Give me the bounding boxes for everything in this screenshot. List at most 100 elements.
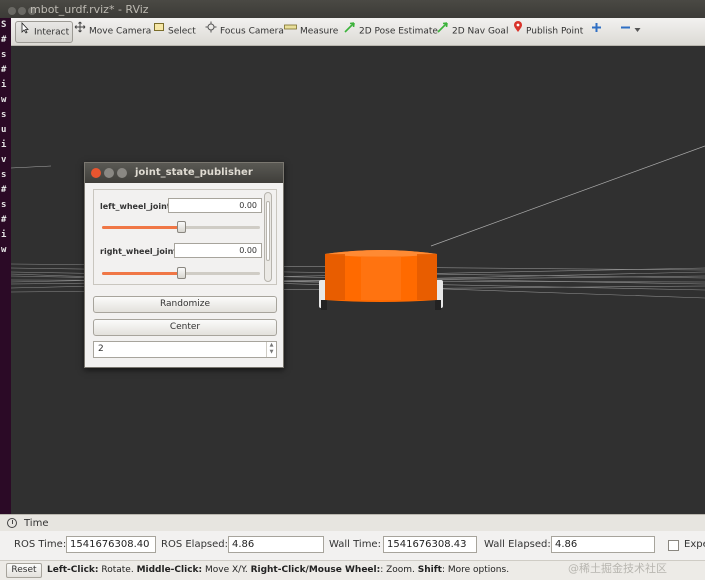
hint-shift-action: : More options. <box>441 565 510 575</box>
joint-state-publisher-window[interactable]: joint_state_publisher left_wheel_joint 0… <box>84 162 284 368</box>
remove-tool-dropdown[interactable] <box>617 21 647 43</box>
select-rectangle-icon <box>153 21 165 41</box>
terminal-char: # <box>1 185 7 195</box>
nav-goal-tool-button[interactable]: 2D Nav Goal <box>434 21 511 43</box>
add-tool-button[interactable] <box>588 21 608 43</box>
cursor-icon <box>19 21 31 42</box>
terminal-char: u <box>1 125 7 135</box>
left-wheel-joint-label: left_wheel_joint <box>100 202 171 211</box>
select-tool-button[interactable]: Select <box>150 21 199 43</box>
experimental-label: Expe <box>684 539 705 550</box>
ros-time-field[interactable]: 1541676308.40 <box>66 536 156 553</box>
slider-fill <box>102 226 181 229</box>
map-pin-icon <box>513 21 523 41</box>
hint-left-click: Left-Click: <box>47 565 99 575</box>
measure-label: Measure <box>300 26 339 37</box>
hint-middle-action: Move X/Y. <box>202 565 251 575</box>
far-line <box>430 145 705 247</box>
rviz-toolbar: Interact Move Camera Select Focus Camera… <box>11 18 705 46</box>
hint-shift: Shift <box>417 565 442 575</box>
robot-model <box>319 250 443 310</box>
slider-fill <box>102 272 181 275</box>
joints-scroll-panel: left_wheel_joint 0.00 right_wheel_joint … <box>93 189 277 285</box>
pose-estimate-tool-button[interactable]: 2D Pose Estimate <box>341 21 441 43</box>
ruler-icon <box>284 21 297 41</box>
close-icon[interactable] <box>91 168 101 178</box>
right-wheel-shadow <box>435 300 441 310</box>
terminal-char: i <box>1 230 7 240</box>
publish-point-tool-button[interactable]: Publish Point <box>510 21 586 43</box>
focus-camera-label: Focus Camera <box>220 26 284 37</box>
focus-crosshair-icon <box>205 21 217 41</box>
move-camera-label: Move Camera <box>89 26 152 37</box>
jsp-title: joint_state_publisher <box>135 167 253 178</box>
right-wheel-joint-value-field[interactable]: 0.00 <box>174 243 262 258</box>
green-arrow-icon <box>344 21 356 41</box>
clock-icon <box>7 518 17 528</box>
terminal-char: # <box>1 215 7 225</box>
time-panel-title: Time <box>24 518 49 529</box>
terminal-char: v <box>1 155 7 165</box>
background-terminal-strip: S # s # i w s u i v s # s # i w <box>0 18 11 514</box>
chevron-down-icon <box>634 21 641 41</box>
scrollbar-thumb[interactable] <box>266 201 270 261</box>
time-values-row: ROS Time: 1541676308.40 ROS Elapsed: 4.8… <box>0 531 705 560</box>
watermark: @稀土掘金技术社区 <box>568 562 667 575</box>
vertical-scrollbar[interactable] <box>264 192 272 282</box>
hint-right-action: : Zoom. <box>380 565 418 575</box>
publish-point-label: Publish Point <box>526 26 584 37</box>
randomize-button[interactable]: Randomize <box>93 296 277 313</box>
left-wheel-shadow <box>321 300 327 310</box>
select-label: Select <box>168 26 196 37</box>
terminal-char: w <box>1 95 7 105</box>
ros-elapsed-label: ROS Elapsed: <box>161 539 228 550</box>
move-arrows-icon <box>74 21 86 41</box>
green-arrow-icon <box>437 21 449 41</box>
terminal-char: i <box>1 140 7 150</box>
move-camera-tool-button[interactable]: Move Camera <box>71 21 154 43</box>
pose-estimate-label: 2D Pose Estimate <box>359 26 438 37</box>
ros-time-label: ROS Time: <box>14 539 67 550</box>
interact-label: Interact <box>34 27 70 38</box>
far-line-left <box>11 165 52 169</box>
wall-time-label: Wall Time: <box>329 539 381 550</box>
right-wheel-joint-slider[interactable] <box>102 267 260 279</box>
terminal-char: # <box>1 35 7 45</box>
time-panel-header: Time <box>0 514 705 531</box>
maximize-icon[interactable] <box>117 168 127 178</box>
right-wheel-joint-label: right_wheel_joint <box>100 247 178 256</box>
terminal-char: s <box>1 110 7 120</box>
mouse-hint-text: Left-Click: Rotate. Middle-Click: Move X… <box>47 565 509 575</box>
ros-elapsed-field[interactable]: 4.86 <box>228 536 324 553</box>
terminal-char: s <box>1 170 7 180</box>
spinbox-value: 2 <box>98 344 104 354</box>
slider-handle[interactable] <box>177 221 186 233</box>
jsp-titlebar[interactable]: joint_state_publisher <box>85 163 283 183</box>
terminal-char: s <box>1 50 7 60</box>
hint-left-action: Rotate. <box>98 565 137 575</box>
wall-elapsed-label: Wall Elapsed: <box>484 539 551 550</box>
nav-goal-label: 2D Nav Goal <box>452 26 509 37</box>
hint-middle-click: Middle-Click: <box>136 565 203 575</box>
window-titlebar: mbot_urdf.rviz* - RViz <box>0 0 705 18</box>
focus-camera-tool-button[interactable]: Focus Camera <box>202 21 287 43</box>
experimental-checkbox[interactable] <box>668 540 679 551</box>
left-wheel-joint-slider[interactable] <box>102 221 260 233</box>
wall-elapsed-field[interactable]: 4.86 <box>551 536 655 553</box>
measure-tool-button[interactable]: Measure <box>281 21 341 43</box>
reset-button[interactable]: Reset <box>6 563 42 578</box>
left-wheel-joint-value-field[interactable]: 0.00 <box>168 198 262 213</box>
terminal-char: i <box>1 80 7 90</box>
joint-count-spinbox[interactable]: 2 ▲ ▼ <box>93 341 277 358</box>
center-button[interactable]: Center <box>93 319 277 336</box>
interact-tool-button[interactable]: Interact <box>15 21 74 43</box>
minimize-icon[interactable] <box>104 168 114 178</box>
slider-handle[interactable] <box>177 267 186 279</box>
terminal-char: # <box>1 65 7 75</box>
wall-time-field[interactable]: 1541676308.43 <box>383 536 477 553</box>
window-title: mbot_urdf.rviz* - RViz <box>30 3 149 16</box>
spin-arrows-icon[interactable]: ▲ ▼ <box>266 342 276 357</box>
terminal-char: S <box>1 20 7 30</box>
minus-icon <box>620 21 631 41</box>
plus-icon <box>591 21 602 41</box>
